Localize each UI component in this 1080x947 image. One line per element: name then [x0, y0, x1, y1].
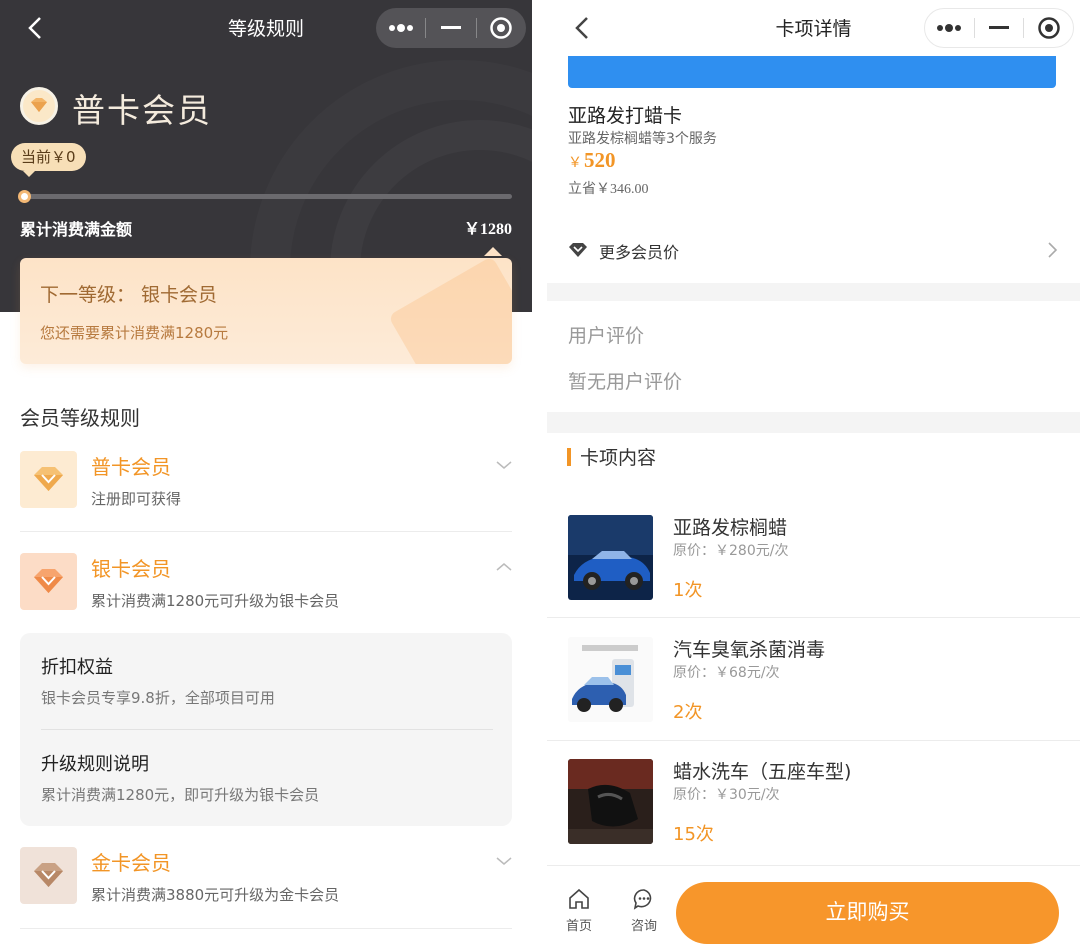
level-progress-track	[22, 194, 512, 199]
home-icon	[568, 888, 590, 910]
more-dots-icon[interactable]	[376, 8, 425, 48]
card-detail-screen: 卡项详情 亚路发打蜡卡 亚路发棕榈蜡等3个服务 ￥520 立省￥346.00 更…	[547, 0, 1080, 947]
divider	[20, 531, 512, 532]
nav-bar: 卡项详情	[547, 0, 1080, 56]
divider	[547, 740, 1080, 741]
diamond-icon	[20, 87, 58, 125]
benefit-title: 折扣权益	[41, 657, 113, 678]
current-level-name: 普卡会员	[72, 91, 212, 130]
benefit-desc: 累计消费满1280元，即可升级为银卡会员	[41, 786, 320, 804]
level-rules-screen: 等级规则 普卡会员 当前￥0 累计消费满金额 ￥1280 下一等级： 银卡会员 …	[0, 0, 532, 947]
price-value: 520	[584, 148, 616, 172]
level-desc: 累计消费满1280元可升级为银卡会员	[91, 592, 340, 610]
tab-home[interactable]: 首页	[559, 884, 599, 934]
bottom-action-bar: 首页 咨询 立即购买	[547, 865, 1080, 947]
item-count: 15次	[673, 824, 714, 845]
divider	[41, 729, 493, 730]
mini-program-capsule	[924, 8, 1074, 48]
buy-now-button[interactable]: 立即购买	[676, 882, 1059, 944]
diamond-icon	[20, 553, 77, 610]
benefit-desc: 银卡会员专享9.8折，全部项目可用	[41, 689, 275, 707]
chat-icon	[633, 888, 655, 910]
nav-bar: 等级规则	[0, 0, 532, 56]
item-thumbnail	[568, 637, 653, 722]
accumulated-target: ￥1280	[463, 221, 512, 238]
section-gap	[547, 412, 1080, 433]
review-empty-text: 暂无用户评价	[568, 371, 683, 393]
diamond-icon	[20, 451, 77, 508]
tab-label: 咨询	[630, 919, 657, 934]
diamond-icon	[20, 847, 77, 904]
currency-symbol: ￥	[568, 156, 582, 171]
divider	[547, 617, 1080, 618]
item-thumbnail	[568, 759, 653, 844]
item-name: 蜡水洗车（五座车型)	[673, 761, 852, 783]
item-price: 原价：￥280元/次	[673, 543, 789, 559]
more-member-price-label: 更多会员价	[599, 243, 680, 262]
section-title: 卡项内容	[580, 447, 657, 469]
next-card-pointer	[484, 247, 502, 256]
accumulated-label: 累计消费满金额	[20, 220, 133, 239]
card-price: ￥520	[568, 148, 616, 173]
item-count: 2次	[673, 702, 703, 723]
list-item[interactable]: 蜡水洗车（五座车型) 原价：￥30元/次 15次	[547, 759, 1080, 881]
more-dots-icon[interactable]	[925, 8, 974, 48]
item-price: 原价：￥30元/次	[673, 787, 780, 803]
level-desc: 累计消费满3880元可升级为金卡会员	[91, 886, 340, 904]
level-name: 金卡会员	[91, 851, 171, 875]
level-row-silver[interactable]: 银卡会员 累计消费满1280元可升级为银卡会员	[20, 553, 512, 613]
level-desc: 注册即可获得	[91, 490, 182, 508]
next-level-desc: 您还需要累计消费满1280元	[40, 324, 229, 342]
tab-consult[interactable]: 咨询	[624, 884, 664, 934]
chevron-down-icon	[496, 457, 512, 473]
card-banner	[568, 56, 1056, 88]
chevron-down-icon	[496, 853, 512, 869]
arrow-decoration	[388, 258, 512, 364]
card-subtitle: 亚路发棕榈蜡等3个服务	[568, 131, 717, 147]
chevron-right-icon	[1046, 242, 1060, 258]
current-amount-tip: 当前￥0	[11, 143, 86, 177]
divider	[20, 928, 512, 929]
chevron-up-icon	[496, 559, 512, 575]
level-progress-handle	[18, 190, 31, 203]
more-member-price-row[interactable]: 更多会员价	[547, 228, 1080, 272]
section-gap	[547, 283, 1080, 301]
tab-label: 首页	[565, 919, 592, 934]
level-row-gold[interactable]: 金卡会员 累计消费满3880元可升级为金卡会员	[20, 847, 512, 907]
mini-program-capsule	[376, 8, 526, 48]
item-thumbnail	[568, 515, 653, 600]
benefit-title: 升级规则说明	[41, 754, 149, 775]
next-level-card: 下一等级： 银卡会员 您还需要累计消费满1280元	[20, 258, 512, 364]
review-title: 用户评价	[568, 325, 645, 347]
minimize-icon[interactable]	[975, 8, 1024, 48]
level-name: 普卡会员	[91, 455, 171, 479]
minimize-icon[interactable]	[426, 8, 475, 48]
level-name: 银卡会员	[91, 557, 171, 581]
list-item[interactable]: 亚路发棕榈蜡 原价：￥280元/次 1次	[547, 515, 1080, 637]
item-price: 原价：￥68元/次	[673, 665, 780, 681]
item-count: 1次	[673, 580, 703, 601]
target-icon[interactable]	[1024, 8, 1073, 48]
target-icon[interactable]	[477, 8, 526, 48]
card-savings: 立省￥346.00	[568, 182, 649, 197]
benefit-panel: 折扣权益 银卡会员专享9.8折，全部项目可用 升级规则说明 累计消费满1280元…	[20, 633, 512, 826]
item-name: 汽车臭氧杀菌消毒	[673, 639, 826, 661]
card-name: 亚路发打蜡卡	[568, 105, 683, 127]
section-title: 会员等级规则	[20, 406, 140, 430]
diamond-icon	[568, 240, 588, 260]
item-name: 亚路发棕榈蜡	[673, 517, 788, 539]
next-level-title: 下一等级： 银卡会员	[40, 284, 218, 306]
level-row-putong[interactable]: 普卡会员 注册即可获得	[20, 451, 512, 511]
section-accent-bar	[567, 448, 571, 466]
